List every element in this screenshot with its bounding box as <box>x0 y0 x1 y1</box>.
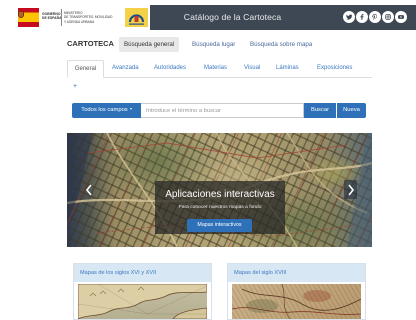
old-map-graphic <box>78 284 207 319</box>
chevron-right-glyph <box>347 184 354 195</box>
carousel-caption-text: Para conocer nuestros mapas a fondo <box>178 205 262 210</box>
interactive-maps-button[interactable]: Mapas interactivos <box>187 219 252 232</box>
twitter-glyph <box>346 14 353 20</box>
card-title[interactable]: Mapas de los siglos XVI y XVII <box>74 264 211 282</box>
tab-autoridades[interactable]: Autoridades <box>154 60 186 78</box>
logo-divider <box>61 9 62 26</box>
search-scope-dropdown[interactable]: Todos los campos <box>72 103 141 118</box>
ministry-text-line: Y AGENDA URBANA <box>64 19 95 24</box>
card-map-image[interactable] <box>232 284 361 319</box>
search-input[interactable] <box>141 103 304 118</box>
chevron-right-icon[interactable] <box>344 180 357 199</box>
institution-logo <box>125 8 148 27</box>
tab-more[interactable]: + <box>73 82 77 92</box>
youtube-glyph <box>398 15 404 19</box>
twitter-icon[interactable] <box>343 11 355 23</box>
map-land <box>172 307 207 319</box>
site-title: Catálogo de la Cartoteca <box>183 12 282 22</box>
chevron-left-icon[interactable] <box>83 182 95 198</box>
search-button[interactable]: Buscar <box>304 103 336 118</box>
nav-item-busqueda-lugar[interactable]: Búsqueda lugar <box>187 37 240 52</box>
chevron-left-path <box>85 184 92 196</box>
tab-materias[interactable]: Materias <box>204 60 227 78</box>
carousel-caption: Aplicaciones interactivas Para conocer n… <box>155 181 285 234</box>
card-map-image[interactable] <box>78 284 207 319</box>
tab-laminas[interactable]: Láminas <box>276 60 299 78</box>
card-maps-xviii: Mapas del siglo XVIII <box>227 263 366 320</box>
institution-logo-graphic <box>128 14 145 25</box>
caret-down-icon <box>129 108 132 111</box>
old-map-graphic <box>232 284 361 319</box>
tab-visual[interactable]: Visual <box>244 60 260 78</box>
nav-item-busqueda-general[interactable]: Búsqueda general <box>119 37 180 52</box>
pinterest-path <box>372 14 377 21</box>
nav-brand[interactable]: CARTOTECA <box>67 39 114 49</box>
coat-of-arms-icon <box>18 11 24 18</box>
youtube-icon[interactable] <box>395 11 407 23</box>
ministry-text: MINISTERIO DE TRANSPORTES, MOVILIDAD Y A… <box>64 11 126 24</box>
map-river <box>281 284 291 319</box>
map-region <box>303 290 331 302</box>
government-text: GOBIERNO DE ESPAÑA <box>42 12 62 21</box>
card-title[interactable]: Mapas del siglo XVIII <box>228 264 365 282</box>
map-region <box>246 299 278 313</box>
instagram-lens <box>386 15 390 19</box>
new-search-button[interactable]: Nueva <box>337 103 366 118</box>
map-wall <box>86 142 348 159</box>
tab-avanzada[interactable]: Avanzada <box>112 60 139 78</box>
instagram-glyph <box>385 14 391 20</box>
chevron-left-glyph <box>85 184 92 196</box>
instagram-icon[interactable] <box>382 11 394 23</box>
government-logo[interactable]: GOBIERNO DE ESPAÑA MINISTERIO DE TRANSPO… <box>14 5 150 30</box>
nav-item-busqueda-sobre-mapa[interactable]: Búsqueda sobre mapa <box>245 37 317 52</box>
pinterest-glyph <box>372 14 377 21</box>
chevron-right-path <box>347 184 354 195</box>
page: GOBIERNO DE ESPAÑA MINISTERIO DE TRANSPO… <box>0 0 416 320</box>
twitter-path <box>346 14 353 20</box>
instagram-dot <box>389 15 390 16</box>
map-dark-edge <box>67 133 93 223</box>
facebook-glyph <box>360 14 364 20</box>
carousel-caption-title: Aplicaciones interactivas <box>165 189 275 200</box>
facebook-icon[interactable] <box>356 11 368 23</box>
carousel: Aplicaciones interactivas Para conocer n… <box>67 133 372 247</box>
logo-bar <box>134 16 139 22</box>
tab-exposiciones[interactable]: Exposiciones <box>317 60 352 78</box>
search-scope-label: Todos los campos <box>81 107 128 113</box>
pinterest-icon[interactable] <box>369 11 381 23</box>
instagram-frame <box>385 14 391 20</box>
government-text-line: DE ESPAÑA <box>42 16 62 21</box>
tab-general[interactable]: General <box>67 60 104 78</box>
social-links <box>343 11 407 23</box>
facebook-path <box>360 14 364 20</box>
card-maps-xvi-xvii: Mapas de los siglos XVI y XVII <box>73 263 212 320</box>
logo-base <box>129 23 144 25</box>
